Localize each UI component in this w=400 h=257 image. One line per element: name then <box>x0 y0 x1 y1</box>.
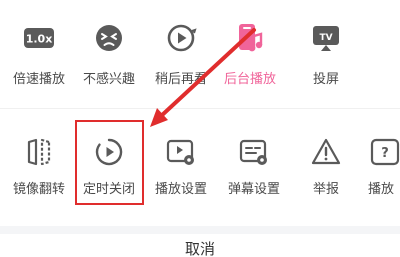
svg-text:1.0x: 1.0x <box>26 33 53 46</box>
mirror-flip-button[interactable]: 镜像翻转 <box>3 114 75 214</box>
svg-text:TV: TV <box>319 33 332 43</box>
cast-tv-icon: TV <box>308 20 344 56</box>
playback-settings-icon <box>163 134 199 170</box>
watch-later-button[interactable]: 稍后再看 <box>145 0 217 100</box>
danmaku-settings-button[interactable]: 弹幕设置 <box>218 114 290 214</box>
cast-screen-label: 投屏 <box>312 72 339 87</box>
cancel-separator <box>0 226 400 234</box>
svg-text:?: ? <box>381 146 389 161</box>
cast-screen-button[interactable]: TV 投屏 <box>290 0 362 100</box>
background-play-icon <box>232 20 268 56</box>
not-interested-face-icon <box>91 20 127 56</box>
playback-help-label: 播放 <box>368 182 395 197</box>
bottom-action-row: 镜像翻转 定时关闭 播放设置 弹幕设置 举报 ? 播放 <box>0 114 400 219</box>
cancel-button[interactable]: 取消 <box>0 234 400 257</box>
report-warning-icon <box>308 134 344 170</box>
playback-settings-label: 播放设置 <box>154 182 207 197</box>
report-button[interactable]: 举报 <box>290 114 362 214</box>
top-action-row: 1.0x 倍速播放 不感兴趣 稍后再看 后台播放 TV 投屏 <box>0 0 400 105</box>
report-label: 举报 <box>312 182 339 197</box>
bottom-sheet-panel: 1.0x 倍速播放 不感兴趣 稍后再看 后台播放 TV 投屏 镜像翻转 定时关闭… <box>0 0 400 257</box>
not-interested-button[interactable]: 不感兴趣 <box>73 0 145 100</box>
row-divider <box>0 108 400 109</box>
speed-play-button[interactable]: 1.0x 倍速播放 <box>3 0 75 100</box>
watch-later-icon <box>163 20 199 56</box>
background-play-label: 后台播放 <box>223 72 276 87</box>
speed-1.0x-icon: 1.0x <box>21 20 57 56</box>
mirror-flip-icon <box>21 134 57 170</box>
playback-help-button[interactable]: ? 播放 <box>360 114 400 214</box>
background-play-button[interactable]: 后台播放 <box>214 0 286 100</box>
playback-settings-button[interactable]: 播放设置 <box>145 114 217 214</box>
danmaku-settings-icon <box>236 134 272 170</box>
annotation-highlight-box <box>75 120 144 205</box>
help-icon: ? <box>368 134 400 170</box>
